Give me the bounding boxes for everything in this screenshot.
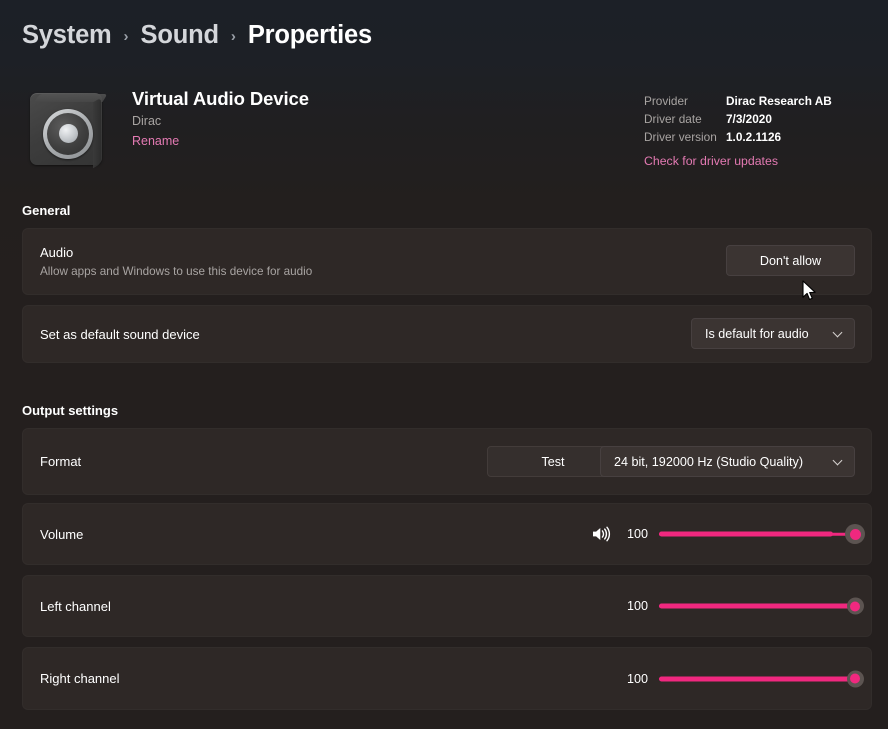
driver-info: Provider Dirac Research AB Driver date 7… — [644, 92, 866, 170]
card-default-sound-device: Set as default sound device Is default f… — [22, 305, 872, 363]
card-volume: Volume 100 — [22, 503, 872, 565]
volume-slider[interactable] — [659, 523, 865, 545]
card-right-channel: Right channel 100 — [22, 647, 872, 710]
left-channel-slider[interactable] — [659, 595, 864, 617]
default-device-dropdown[interactable]: Is default for audio — [691, 318, 855, 349]
device-manufacturer: Dirac — [132, 114, 162, 128]
breadcrumb-item-sound[interactable]: Sound — [141, 21, 220, 50]
volume-value: 100 — [626, 527, 648, 541]
driver-info-row: Driver date 7/3/2020 — [644, 110, 866, 128]
card-audio: Audio Allow apps and Windows to use this… — [22, 228, 872, 295]
driver-version-value: 1.0.2.1126 — [726, 130, 782, 144]
breadcrumb-item-system[interactable]: System — [22, 21, 112, 50]
breadcrumb-separator-icon: › — [123, 28, 129, 45]
format-dropdown[interactable]: 24 bit, 192000 Hz (Studio Quality) — [600, 446, 855, 477]
section-title-general: General — [22, 203, 71, 218]
left-channel-value: 100 — [626, 599, 648, 613]
device-header: Virtual Audio Device Dirac Rename Provid… — [22, 84, 866, 176]
card-format: Format Test 24 bit, 192000 Hz (Studio Qu… — [22, 428, 872, 495]
volume-slider-group: 100 — [591, 523, 865, 545]
left-channel-slider-fill — [659, 603, 855, 609]
breadcrumb: System › Sound › Properties — [22, 16, 372, 54]
card-left-channel: Left channel 100 — [22, 575, 872, 637]
breadcrumb-item-properties: Properties — [247, 20, 372, 49]
device-text-block: Virtual Audio Device Dirac Rename — [132, 88, 309, 150]
dont-allow-button[interactable]: Don't allow — [726, 245, 855, 276]
format-selected-value: 24 bit, 192000 Hz (Studio Quality) — [614, 454, 804, 469]
right-channel-value: 100 — [626, 671, 648, 686]
driver-date-value: 7/3/2020 — [726, 112, 772, 126]
right-channel-slider[interactable] — [659, 668, 864, 690]
chevron-down-icon — [833, 456, 844, 467]
speaker-icon — [28, 88, 108, 169]
driver-info-row: Driver version 1.0.2.1126 — [644, 128, 866, 146]
sound-properties-page: System › Sound › Properties Virtual Audi… — [0, 0, 888, 729]
right-channel-slider-group: 100 — [622, 668, 864, 690]
volume-slider-fill — [659, 531, 834, 537]
left-channel-slider-thumb[interactable] — [846, 597, 864, 615]
check-for-driver-updates-link[interactable]: Check for driver updates — [644, 152, 778, 170]
volume-slider-thumb[interactable] — [845, 524, 865, 544]
right-channel-slider-fill — [659, 676, 855, 681]
default-device-selected-value: Is default for audio — [705, 326, 809, 341]
chevron-down-icon — [833, 328, 844, 339]
rename-link[interactable]: Rename — [132, 134, 179, 148]
driver-provider-label: Provider — [644, 94, 688, 108]
driver-provider-value: Dirac Research AB — [726, 94, 832, 108]
speaker-wave-icon[interactable] — [591, 525, 611, 543]
driver-info-row: Provider Dirac Research AB — [644, 92, 866, 110]
left-channel-slider-group: 100 — [622, 595, 864, 617]
driver-date-label: Driver date — [644, 112, 702, 126]
device-name: Virtual Audio Device — [132, 88, 309, 109]
section-title-output-settings: Output settings — [22, 403, 119, 418]
driver-version-label: Driver version — [644, 130, 717, 144]
breadcrumb-separator-icon: › — [230, 28, 236, 45]
right-channel-slider-thumb[interactable] — [846, 670, 864, 687]
